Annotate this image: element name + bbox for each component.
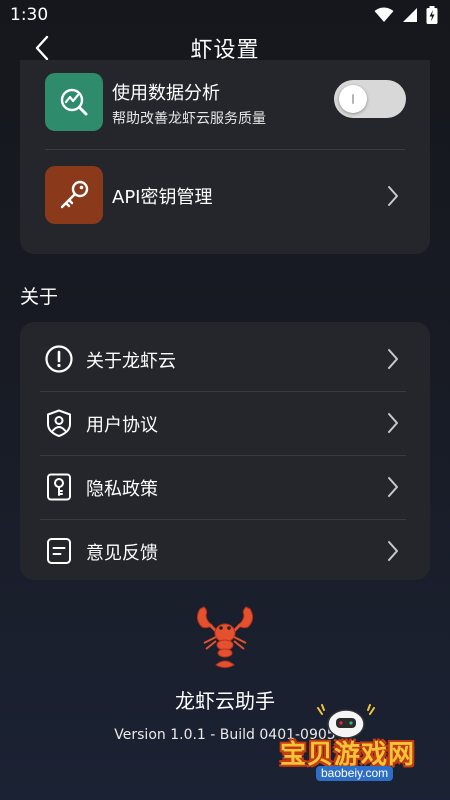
about-item-user-agreement[interactable]: 用户协议	[20, 391, 430, 455]
status-icons	[374, 6, 438, 24]
analytics-toggle[interactable]	[334, 80, 406, 118]
section-label-about: 关于	[20, 286, 59, 308]
about-item-feedback[interactable]: 意见反馈	[20, 519, 430, 583]
signal-icon	[403, 8, 417, 22]
about-item-label: 关于龙虾云	[86, 351, 176, 372]
analytics-app-icon	[45, 73, 103, 131]
feedback-note-icon	[47, 538, 71, 564]
chevron-right-icon	[388, 477, 398, 497]
watermark-url: baobeiy.com	[316, 766, 394, 781]
about-item-label: 用户协议	[86, 415, 158, 436]
api-keys-app-icon	[45, 166, 103, 224]
chevron-left-icon	[35, 35, 49, 61]
watermark: 宝贝游戏网 baobeiy.com	[268, 704, 428, 784]
chevron-right-icon	[388, 186, 398, 206]
chevron-right-icon	[388, 541, 398, 561]
analytics-icon	[60, 88, 88, 116]
user-shield-icon	[47, 409, 71, 437]
chevron-right-icon	[388, 349, 398, 369]
toggle-knob	[339, 85, 367, 113]
key-document-icon	[47, 473, 71, 501]
about-item-about[interactable]: 关于龙虾云	[20, 327, 430, 391]
about-item-label: 意见反馈	[86, 543, 158, 564]
status-bar: 1:30	[0, 0, 450, 30]
wifi-icon	[374, 7, 394, 22]
info-icon	[45, 345, 73, 373]
lobster-logo-icon	[196, 606, 254, 668]
analytics-subtitle: 帮助改善龙虾云服务质量	[112, 111, 266, 127]
about-item-label: 隐私政策	[86, 479, 158, 500]
about-card: 关于龙虾云 用户协议 隐私政策 意见反馈	[20, 322, 430, 580]
api-keys-title: API密钥管理	[112, 187, 213, 208]
api-keys-row[interactable]: API密钥管理	[20, 150, 430, 240]
settings-card: 使用数据分析 帮助改善龙虾云服务质量 API密钥管理	[20, 60, 430, 254]
about-item-privacy-policy[interactable]: 隐私政策	[20, 455, 430, 519]
analytics-title: 使用数据分析	[112, 83, 220, 104]
battery-icon	[426, 6, 438, 24]
chevron-right-icon	[388, 413, 398, 433]
key-icon	[60, 180, 89, 209]
status-time: 1:30	[10, 5, 49, 25]
